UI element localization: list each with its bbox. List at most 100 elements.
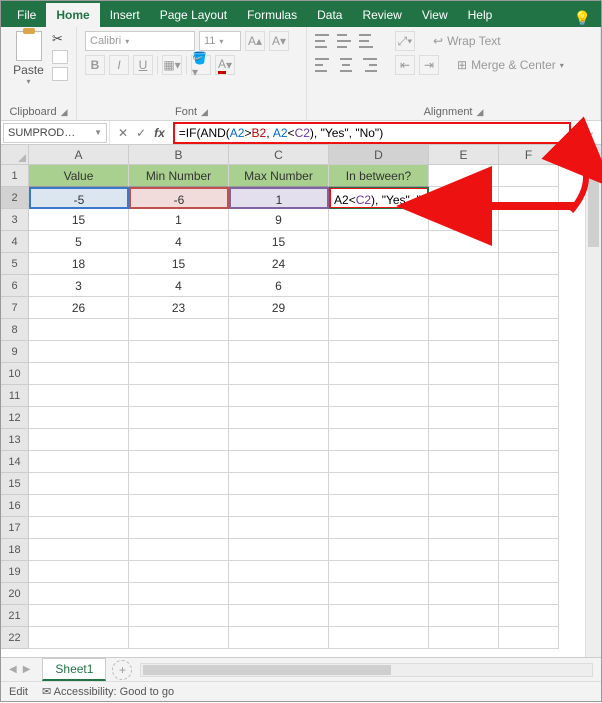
tab-home[interactable]: Home <box>46 3 99 27</box>
sheet-tab-active[interactable]: Sheet1 <box>42 658 106 681</box>
name-box[interactable]: SUMPROD…▼ <box>3 123 107 143</box>
col-header-F[interactable]: F <box>499 145 559 164</box>
cell[interactable]: 9 <box>229 209 329 231</box>
cell-B1[interactable]: Min Number <box>129 165 229 187</box>
underline-button[interactable]: U <box>133 55 153 75</box>
cut-icon[interactable]: ✂ <box>52 31 68 47</box>
vertical-scrollbar[interactable] <box>585 165 601 657</box>
fill-color-dropdown[interactable]: 🪣▾ <box>191 55 211 75</box>
col-header-B[interactable]: B <box>129 145 229 164</box>
grid[interactable]: 1 Value Min Number Max Number In between… <box>1 165 601 649</box>
dialog-launcher-icon[interactable]: ◢ <box>477 107 484 118</box>
cell[interactable]: 6 <box>229 275 329 297</box>
increase-font-icon[interactable]: A▴ <box>245 31 265 51</box>
row-header[interactable]: 4 <box>1 231 29 253</box>
tab-review[interactable]: Review <box>352 3 411 27</box>
copy-icon[interactable] <box>52 50 68 64</box>
horizontal-scrollbar[interactable] <box>140 663 593 677</box>
cell[interactable] <box>499 275 559 297</box>
row-header[interactable]: 19 <box>1 561 29 583</box>
cell[interactable] <box>499 297 559 319</box>
cell-C1[interactable]: Max Number <box>229 165 329 187</box>
cell[interactable]: 4 <box>129 231 229 253</box>
cell[interactable]: 26 <box>29 297 129 319</box>
row-header[interactable]: 14 <box>1 451 29 473</box>
cell[interactable] <box>499 253 559 275</box>
cell[interactable] <box>429 209 499 231</box>
col-header-A[interactable]: A <box>29 145 129 164</box>
cell[interactable]: 15 <box>129 253 229 275</box>
new-sheet-button[interactable]: + <box>112 660 132 680</box>
font-size-dropdown[interactable]: 11▾ <box>199 31 241 51</box>
cell[interactable]: 5 <box>29 231 129 253</box>
cell-D1[interactable]: In between? <box>329 165 429 187</box>
tab-formulas[interactable]: Formulas <box>237 3 307 27</box>
col-header-D[interactable]: D <box>329 145 429 164</box>
font-color-dropdown[interactable]: A▾ <box>215 55 235 75</box>
cell-F2[interactable] <box>499 187 559 209</box>
row-header[interactable]: 22 <box>1 627 29 649</box>
row-header[interactable]: 20 <box>1 583 29 605</box>
row-header[interactable]: 13 <box>1 429 29 451</box>
cell[interactable] <box>329 297 429 319</box>
row-header[interactable]: 6 <box>1 275 29 297</box>
tab-insert[interactable]: Insert <box>100 3 150 27</box>
cell[interactable] <box>329 209 429 231</box>
row-header[interactable]: 15 <box>1 473 29 495</box>
row-header[interactable]: 3 <box>1 209 29 231</box>
enter-formula-icon[interactable]: ✓ <box>136 126 146 140</box>
align-middle-icon[interactable] <box>337 34 355 48</box>
italic-button[interactable]: I <box>109 55 129 75</box>
orientation-dropdown[interactable]: ⤢▾ <box>395 31 415 51</box>
cell[interactable] <box>429 275 499 297</box>
row-header[interactable]: 2 <box>1 187 29 209</box>
tab-view[interactable]: View <box>412 3 458 27</box>
wrap-text-button[interactable]: Wrap Text <box>447 34 501 48</box>
cell[interactable]: 24 <box>229 253 329 275</box>
row-header[interactable]: 17 <box>1 517 29 539</box>
fx-icon[interactable]: fx <box>154 126 165 140</box>
sheet-nav-next-icon[interactable]: ▶ <box>23 664 31 675</box>
decrease-font-icon[interactable]: A▾ <box>269 31 289 51</box>
row-header[interactable]: 9 <box>1 341 29 363</box>
row-header[interactable]: 12 <box>1 407 29 429</box>
select-all-corner[interactable] <box>1 145 29 164</box>
cell[interactable]: 29 <box>229 297 329 319</box>
tell-me-icon[interactable]: 💡 <box>574 10 591 27</box>
row-header[interactable]: 16 <box>1 495 29 517</box>
cell[interactable] <box>329 253 429 275</box>
row-header[interactable]: 7 <box>1 297 29 319</box>
col-header-E[interactable]: E <box>429 145 499 164</box>
row-header[interactable]: 8 <box>1 319 29 341</box>
cell[interactable] <box>329 231 429 253</box>
increase-indent-icon[interactable]: ⇥ <box>419 55 439 75</box>
row-header[interactable]: 5 <box>1 253 29 275</box>
bold-button[interactable]: B <box>85 55 105 75</box>
dialog-launcher-icon[interactable]: ◢ <box>201 107 208 118</box>
row-header[interactable]: 18 <box>1 539 29 561</box>
cell[interactable]: 3 <box>29 275 129 297</box>
cell-A1[interactable]: Value <box>29 165 129 187</box>
tab-file[interactable]: File <box>7 3 46 27</box>
row-header[interactable]: 1 <box>1 165 29 187</box>
cell[interactable] <box>429 231 499 253</box>
align-top-icon[interactable] <box>315 34 333 48</box>
align-center-icon[interactable] <box>337 58 355 72</box>
cell[interactable]: 1 <box>129 209 229 231</box>
cell[interactable]: 23 <box>129 297 229 319</box>
tab-help[interactable]: Help <box>458 3 503 27</box>
dialog-launcher-icon[interactable]: ◢ <box>61 107 68 118</box>
expand-formula-bar-icon[interactable]: ⌄ <box>587 127 595 138</box>
cell[interactable] <box>499 231 559 253</box>
cell-F1[interactable] <box>499 165 559 187</box>
cell[interactable] <box>429 297 499 319</box>
row-header[interactable]: 10 <box>1 363 29 385</box>
tab-pagelayout[interactable]: Page Layout <box>150 3 237 27</box>
col-header-C[interactable]: C <box>229 145 329 164</box>
row-header[interactable]: 21 <box>1 605 29 627</box>
decrease-indent-icon[interactable]: ⇤ <box>395 55 415 75</box>
row-header[interactable]: 11 <box>1 385 29 407</box>
cell-E1[interactable] <box>429 165 499 187</box>
cancel-formula-icon[interactable]: ✕ <box>118 126 128 140</box>
sheet-nav-prev-icon[interactable]: ◀ <box>9 664 17 675</box>
